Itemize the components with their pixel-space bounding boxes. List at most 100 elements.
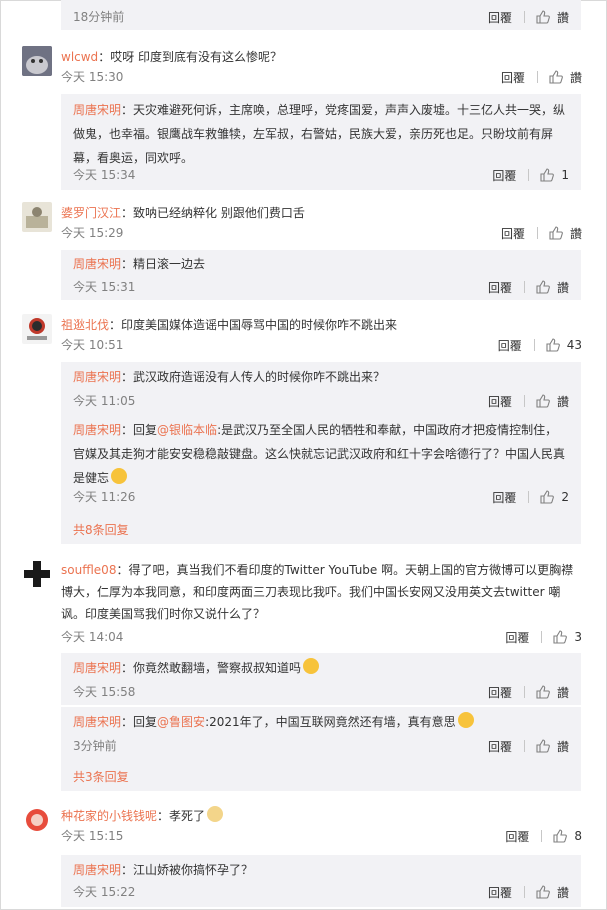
reply-author[interactable]: 周唐宋明 [73, 863, 121, 877]
avatar[interactable] [22, 46, 52, 76]
like-button[interactable]: 讚 [535, 279, 569, 296]
like-count: 2 [561, 490, 569, 504]
comment-time: 今天 15:29 [61, 226, 124, 240]
thumbs-up-icon [553, 829, 568, 843]
thumbs-up-icon [536, 280, 550, 294]
more-replies-link[interactable]: 共8条回复 [73, 521, 129, 538]
comment-actions: 回覆 讚 [501, 68, 582, 86]
reply-button[interactable]: 回覆 [488, 279, 512, 296]
like-button[interactable]: 讚 [535, 738, 569, 755]
comment-text: 印度美国媒体造谣中国辱骂中国的时候你咋不跳出来 [121, 318, 398, 332]
divider [528, 491, 530, 503]
like-button[interactable]: 讚 [535, 393, 569, 410]
separator: ： [109, 318, 122, 332]
like-count: 讚 [569, 70, 582, 85]
like-count: 讚 [556, 739, 569, 754]
like-button[interactable]: 讚 [548, 69, 582, 86]
divider [533, 339, 535, 351]
reply-actions: 回覆 讚 [488, 392, 569, 410]
reply-item: 周唐宋明：回复@银临本临:是武汉乃至全国人民的牺牲和奉献，中国政府才把疫情控制住… [61, 414, 581, 512]
divider [528, 169, 530, 181]
reply-author[interactable]: 周唐宋明 [73, 370, 121, 384]
divider [523, 886, 525, 898]
reply-button[interactable]: 回覆 [492, 167, 516, 184]
reply-button[interactable]: 回覆 [498, 337, 522, 354]
more-replies-link[interactable]: 共3条回复 [73, 768, 129, 785]
separator: ： [121, 863, 134, 877]
reply-button[interactable]: 回覆 [488, 738, 512, 755]
reply-time: 今天 15:34 [73, 168, 136, 182]
reply-author[interactable]: 周唐宋明 [73, 423, 121, 437]
like-count: 讚 [569, 226, 582, 241]
thumbs-up-icon [536, 739, 550, 753]
reply-button[interactable]: 回覆 [501, 69, 525, 86]
mention-link[interactable]: @鲁图安 [157, 715, 205, 729]
comment-author[interactable]: 婆罗门汉江 [61, 206, 121, 220]
thumbs-up-icon [536, 394, 550, 408]
reply-button[interactable]: 回覆 [488, 684, 512, 701]
reply-actions: 回覆 讚 [488, 683, 569, 701]
avatar[interactable] [22, 314, 52, 344]
reply-text: 天灾难避死何诉，主席唤，总理呼，党疼国爱，声声入废墟。十三亿人共一哭，纵做鬼，也… [73, 103, 566, 165]
reply-author[interactable]: 周唐宋明 [73, 715, 121, 729]
emoji-icon [303, 658, 320, 674]
emoji-icon [111, 468, 128, 484]
reply-author[interactable]: 周唐宋明 [73, 103, 121, 117]
like-button[interactable]: 8 [552, 828, 582, 844]
reply-button[interactable]: 回覆 [488, 884, 512, 901]
reply-prefix: 回复 [133, 715, 158, 729]
thumbs-up-icon [536, 10, 550, 24]
comment-item: souffle08：得了吧，真当我们不看印度的Twitter YouTube 啊… [22, 559, 582, 649]
divider [536, 71, 538, 83]
comment-text: 孝死了 [169, 809, 206, 823]
like-count: 讚 [556, 394, 569, 409]
avatar-image [22, 46, 52, 76]
like-button[interactable]: 2 [539, 489, 569, 505]
avatar[interactable] [22, 559, 52, 589]
like-button[interactable]: 讚 [535, 684, 569, 701]
more-replies-row: 共8条回复 [61, 512, 581, 544]
comment-author[interactable]: 祖逖北伐 [61, 318, 109, 332]
comment-author[interactable]: 种花家的小钱钱呢 [61, 809, 157, 823]
comment-item: wlcwd：哎呀 印度到底有没有这么惨呢？ 今天 15:30 回覆 讚 [22, 46, 582, 86]
comment-text: 哎呀 印度到底有没有这么惨呢？ [110, 50, 283, 64]
like-button[interactable]: 3 [552, 629, 582, 645]
reply-button[interactable]: 回覆 [505, 629, 529, 646]
reply-button[interactable]: 回覆 [488, 9, 512, 26]
comment-text: 得了吧，真当我们不看印度的Twitter YouTube 啊。天朝上国的官方微博… [61, 563, 574, 621]
separator: ： [121, 206, 134, 220]
comment-actions: 回覆 讚 [501, 224, 582, 242]
avatar-image [22, 314, 52, 344]
divider [523, 686, 525, 698]
reply-actions: 回覆 2 [492, 488, 569, 506]
reply-author[interactable]: 周唐宋明 [73, 661, 121, 675]
like-count: 讚 [556, 685, 569, 700]
like-button[interactable]: 43 [545, 337, 582, 353]
more-replies-row: 共3条回复 [61, 759, 581, 791]
reply-item: 周唐宋明：回复@鲁图安:2021年了，中国互联网竟然还有墙，真有意思 3分钟前 … [61, 707, 581, 759]
thumbs-up-icon [546, 338, 560, 352]
like-button[interactable]: 1 [539, 167, 569, 183]
like-button[interactable]: 讚 [548, 225, 582, 242]
reply-button[interactable]: 回覆 [492, 489, 516, 506]
reply-button[interactable]: 回覆 [501, 225, 525, 242]
divider [541, 631, 543, 643]
reply-text: 江山娇被你搞怀孕了？ [133, 863, 254, 877]
reply-item: 周唐宋明：精日滚一边去 今天 15:31 回覆 讚 [61, 250, 581, 300]
like-button[interactable]: 讚 [535, 884, 569, 901]
reply-button[interactable]: 回覆 [505, 828, 529, 845]
avatar[interactable] [22, 202, 52, 232]
divider [523, 395, 525, 407]
like-button[interactable]: 讚 [535, 9, 569, 26]
reply-time: 今天 15:22 [73, 885, 136, 899]
mention-link[interactable]: @银临本临 [157, 423, 217, 437]
comment-time: 今天 15:30 [61, 70, 124, 84]
avatar[interactable] [22, 805, 52, 835]
reply-button[interactable]: 回覆 [488, 393, 512, 410]
reply-author[interactable]: 周唐宋明 [73, 257, 121, 271]
emoji-icon [457, 712, 474, 728]
divider [541, 830, 543, 842]
comment-author[interactable]: wlcwd [61, 50, 98, 64]
comment-author[interactable]: souffle08 [61, 563, 116, 577]
thumbs-up-icon [549, 70, 563, 84]
